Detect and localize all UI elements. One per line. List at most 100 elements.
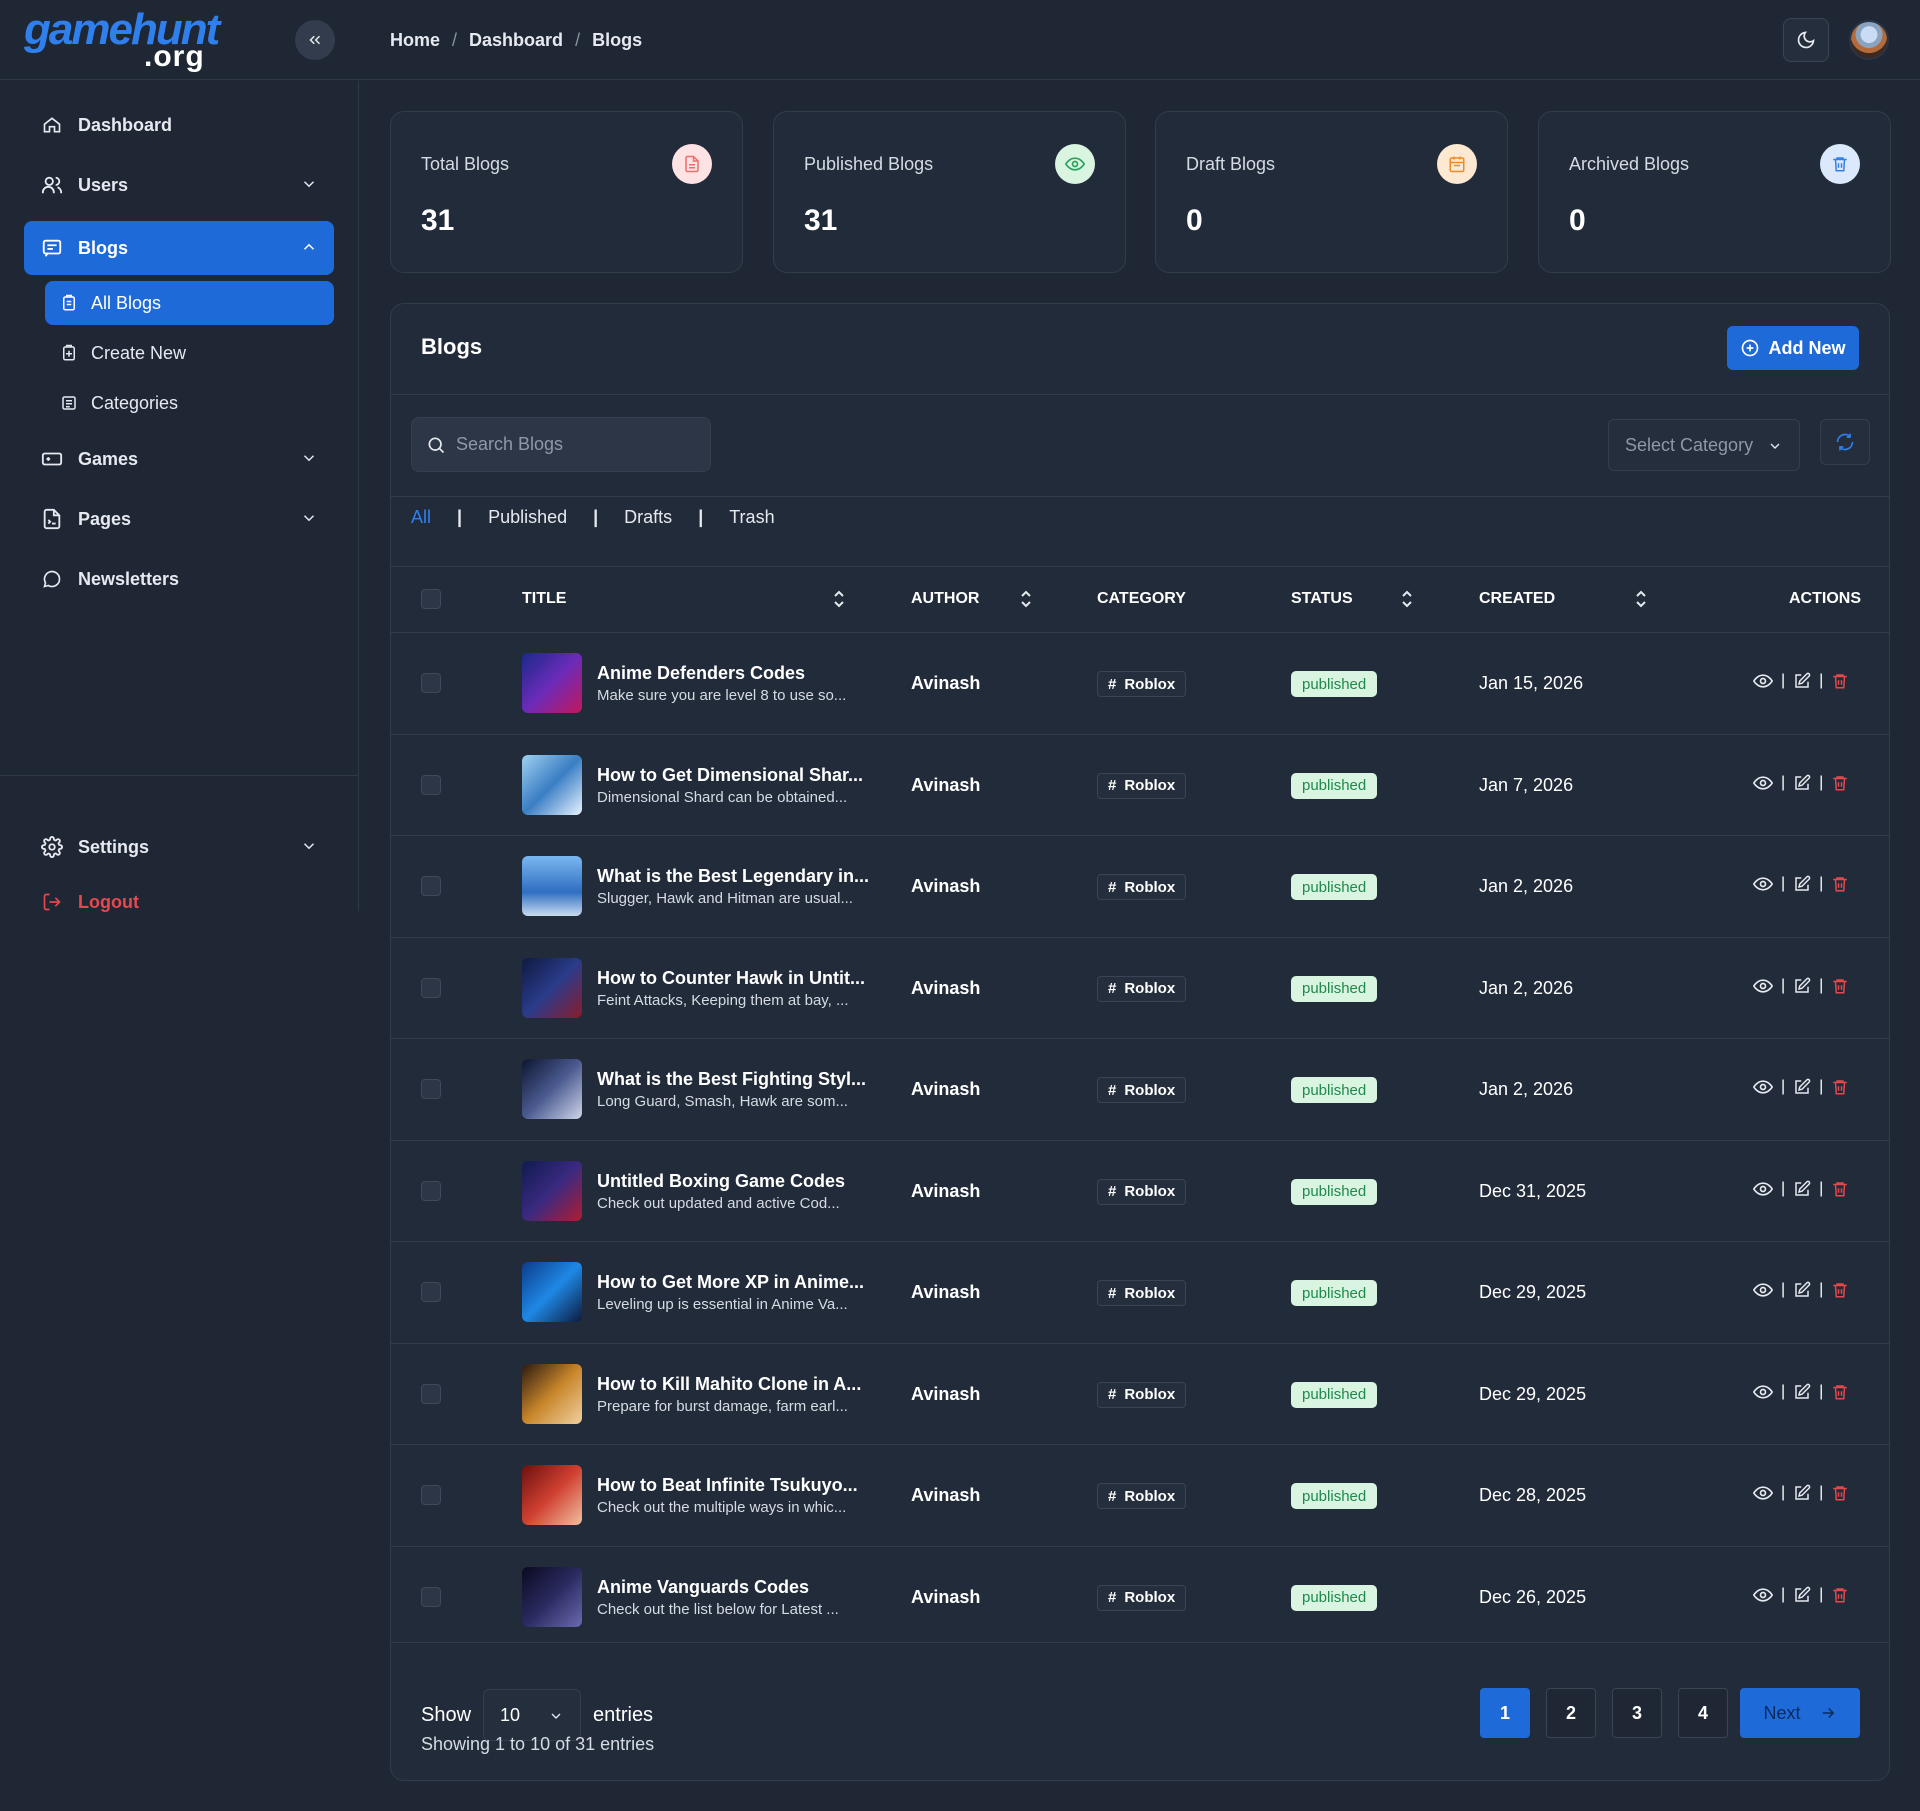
edit-icon[interactable] [1793, 875, 1811, 893]
row-checkbox[interactable] [421, 1383, 441, 1404]
table-row[interactable]: How to Get More XP in Anime... Leveling u… [391, 1241, 1889, 1342]
sidebar-item-users[interactable]: Users [24, 158, 334, 212]
edit-icon[interactable] [1793, 672, 1811, 690]
row-checkbox[interactable] [421, 1180, 441, 1201]
edit-icon[interactable] [1793, 1484, 1811, 1502]
refresh-button[interactable] [1820, 419, 1870, 465]
delete-icon[interactable] [1831, 875, 1849, 893]
row-checkbox[interactable] [421, 1079, 441, 1099]
view-icon[interactable] [1753, 1585, 1773, 1605]
sidebar-item-logout[interactable]: Logout [24, 875, 334, 929]
row-checkbox[interactable] [421, 1485, 441, 1505]
view-icon[interactable] [1753, 1179, 1773, 1199]
row-checkbox[interactable] [421, 1282, 441, 1302]
category-select[interactable]: Select Category [1608, 419, 1800, 471]
table-row[interactable]: How to Counter Hawk in Untit... Feint Att… [391, 936, 1889, 1038]
row-checkbox[interactable] [421, 774, 441, 795]
search-input[interactable] [456, 434, 696, 455]
table-row[interactable]: Untitled Boxing Game Codes Check out upda… [391, 1139, 1889, 1241]
sidebar-item-blogs[interactable]: Blogs [24, 221, 334, 275]
sidebar-item-newsletters[interactable]: Newsletters [24, 552, 334, 606]
page-button[interactable]: 2 [1546, 1688, 1596, 1738]
tab-published[interactable]: Published [488, 507, 567, 528]
sidebar-item-pages[interactable]: Pages [24, 492, 334, 546]
edit-icon[interactable] [1793, 774, 1811, 792]
blog-title[interactable]: Anime Vanguards Codes [597, 1577, 877, 1598]
view-icon[interactable] [1753, 1382, 1773, 1402]
blog-title[interactable]: How to Kill Mahito Clone in A... [597, 1374, 877, 1395]
sidebar-item-settings[interactable]: Settings [24, 820, 334, 874]
blog-title[interactable]: Anime Defenders Codes [597, 663, 877, 684]
row-checkbox[interactable] [421, 977, 441, 998]
delete-icon[interactable] [1831, 1180, 1849, 1198]
sidebar-subitem-categories[interactable]: Categories [45, 381, 334, 425]
blog-title[interactable]: How to Beat Infinite Tsukuyo... [597, 1475, 877, 1496]
page-button[interactable]: 4 [1678, 1688, 1728, 1738]
page-button[interactable]: 3 [1612, 1688, 1662, 1738]
logo[interactable]: gamehunt .org [24, 8, 220, 72]
select-all-checkbox[interactable] [421, 589, 441, 609]
table-row[interactable]: What is the Best Fighting Styl... Long Gu… [391, 1038, 1889, 1139]
table-row[interactable]: What is the Best Legendary in... Slugger,… [391, 835, 1889, 936]
sort-icon[interactable] [1633, 590, 1649, 608]
view-icon[interactable] [1753, 1280, 1773, 1300]
column-title[interactable]: TITLE [522, 566, 566, 632]
page-button[interactable]: 1 [1480, 1688, 1530, 1738]
edit-icon[interactable] [1793, 977, 1811, 995]
sort-icon[interactable] [1018, 590, 1034, 608]
edit-icon[interactable] [1793, 1383, 1811, 1401]
view-icon[interactable] [1753, 671, 1773, 691]
edit-icon[interactable] [1793, 1281, 1811, 1299]
delete-icon[interactable] [1831, 1484, 1849, 1502]
column-created[interactable]: CREATED [1479, 566, 1555, 632]
view-icon[interactable] [1753, 773, 1773, 793]
view-icon[interactable] [1753, 874, 1773, 894]
column-author[interactable]: AUTHOR [911, 566, 979, 632]
avatar[interactable] [1849, 20, 1889, 60]
sort-icon[interactable] [1399, 590, 1415, 608]
row-checkbox[interactable] [421, 673, 441, 693]
delete-icon[interactable] [1831, 977, 1849, 995]
breadcrumb-home[interactable]: Home [390, 30, 440, 51]
tab-drafts[interactable]: Drafts [624, 507, 672, 528]
blog-thumbnail [522, 856, 582, 916]
blog-title[interactable]: What is the Best Legendary in... [597, 866, 877, 887]
blog-title[interactable]: How to Get More XP in Anime... [597, 1272, 877, 1293]
edit-icon[interactable] [1793, 1586, 1811, 1604]
breadcrumb-dashboard[interactable]: Dashboard [469, 30, 563, 51]
sidebar-item-games[interactable]: Games [24, 432, 334, 486]
table-row[interactable]: Anime Vanguards Codes Check out the list … [391, 1545, 1889, 1647]
blog-title[interactable]: Untitled Boxing Game Codes [597, 1171, 877, 1192]
delete-icon[interactable] [1831, 672, 1849, 690]
tab-all[interactable]: All [411, 507, 431, 528]
view-icon[interactable] [1753, 1077, 1773, 1097]
delete-icon[interactable] [1831, 774, 1849, 792]
row-checkbox[interactable] [421, 1586, 441, 1607]
delete-icon[interactable] [1831, 1078, 1849, 1096]
table-row[interactable]: How to Beat Infinite Tsukuyo... Check out… [391, 1444, 1889, 1545]
sidebar-subitem-all-blogs[interactable]: All Blogs [45, 281, 334, 325]
add-new-button[interactable]: Add New [1727, 326, 1859, 370]
table-row[interactable]: Anime Defenders Codes Make sure you are l… [391, 632, 1889, 733]
collapse-sidebar-button[interactable] [295, 20, 335, 60]
sidebar-subitem-create-new[interactable]: Create New [45, 331, 334, 375]
table-row[interactable]: How to Kill Mahito Clone in A... Prepare … [391, 1342, 1889, 1444]
sort-icon[interactable] [831, 590, 847, 608]
sidebar-item-dashboard[interactable]: Dashboard [24, 98, 334, 152]
edit-icon[interactable] [1793, 1078, 1811, 1096]
edit-icon[interactable] [1793, 1180, 1811, 1198]
row-checkbox[interactable] [421, 876, 441, 896]
delete-icon[interactable] [1831, 1586, 1849, 1604]
column-status[interactable]: STATUS [1291, 566, 1353, 632]
view-icon[interactable] [1753, 976, 1773, 996]
delete-icon[interactable] [1831, 1383, 1849, 1401]
next-page-button[interactable]: Next [1740, 1688, 1860, 1738]
theme-toggle-button[interactable] [1783, 18, 1829, 62]
delete-icon[interactable] [1831, 1281, 1849, 1299]
tab-trash[interactable]: Trash [729, 507, 774, 528]
table-row[interactable]: How to Get Dimensional Shar... Dimensiona… [391, 733, 1889, 835]
view-icon[interactable] [1753, 1483, 1773, 1503]
blog-title[interactable]: How to Get Dimensional Shar... [597, 765, 877, 786]
blog-title[interactable]: How to Counter Hawk in Untit... [597, 968, 877, 989]
blog-title[interactable]: What is the Best Fighting Styl... [597, 1069, 877, 1090]
